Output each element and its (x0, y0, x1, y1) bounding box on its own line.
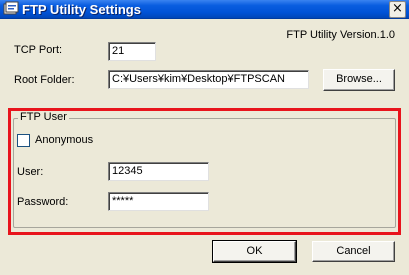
close-button[interactable]: × (389, 1, 406, 18)
anonymous-label[interactable]: Anonymous (35, 134, 93, 146)
ok-button[interactable]: OK (212, 240, 297, 263)
cancel-button[interactable]: Cancel (312, 241, 395, 262)
password-value: ***** (112, 195, 134, 207)
root-folder-value: C:¥Users¥kim¥Desktop¥FTPSCAN (112, 73, 285, 85)
root-folder-input[interactable]: C:¥Users¥kim¥Desktop¥FTPSCAN (108, 70, 309, 89)
tcp-port-input[interactable]: 21 (108, 42, 156, 61)
version-label: FTP Utility Version.1.0 (286, 29, 395, 41)
title-bar[interactable]: FTP Utility Settings × (0, 0, 409, 19)
ftp-user-group-title: FTP User (18, 111, 69, 123)
tcp-port-label: TCP Port: (14, 44, 63, 56)
password-label: Password: (17, 196, 69, 208)
password-input[interactable]: ***** (108, 192, 209, 211)
close-icon: × (392, 1, 403, 16)
anonymous-checkbox[interactable] (17, 134, 30, 147)
window-title: FTP Utility Settings (22, 2, 141, 17)
user-input[interactable]: 12345 (108, 162, 209, 181)
root-folder-label: Root Folder: (14, 74, 75, 86)
user-label: User: (17, 166, 44, 178)
tcp-port-value: 21 (112, 45, 125, 57)
app-icon (3, 1, 19, 15)
user-value: 12345 (112, 165, 143, 177)
browse-button[interactable]: Browse... (323, 69, 395, 91)
